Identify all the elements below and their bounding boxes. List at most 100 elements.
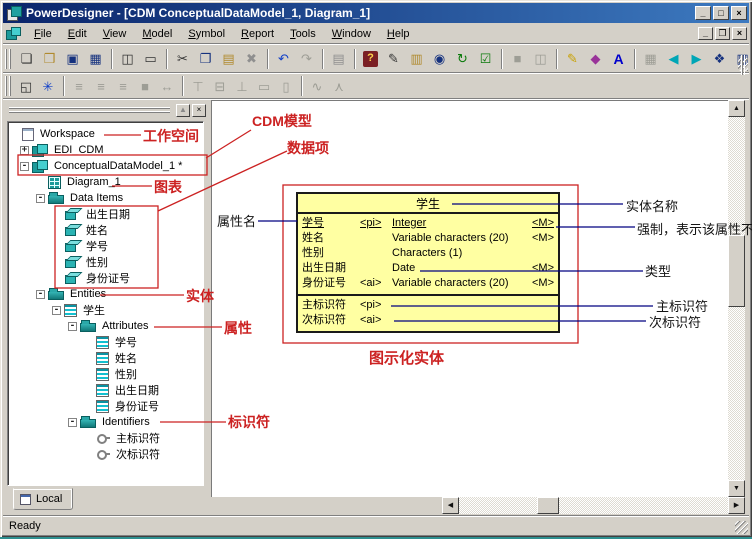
scroll-right-icon[interactable]: ▶ xyxy=(728,497,745,514)
refresh-button[interactable]: ↻ xyxy=(451,47,474,70)
previous-diagram-button[interactable]: ◀ xyxy=(662,47,685,70)
align-right-button[interactable]: ≡ xyxy=(112,76,134,97)
mdi-minimize-button[interactable]: _ xyxy=(698,27,713,40)
horizontal-scrollbar-thumb[interactable] xyxy=(537,497,559,514)
tree-item-attribute-name[interactable]: 姓名 xyxy=(8,350,203,366)
delete-button[interactable]: ✖ xyxy=(240,47,263,70)
grid-button[interactable]: ▦ xyxy=(639,47,662,70)
scroll-down-icon[interactable]: ▼ xyxy=(728,480,745,497)
maximize-button[interactable]: □ xyxy=(713,6,729,20)
new-button[interactable]: ❏ xyxy=(15,47,38,70)
tree-item-dataitem-studentno[interactable]: 学号 xyxy=(8,238,203,254)
mdi-restore-button[interactable]: ❐ xyxy=(715,27,730,40)
scroll-left-icon[interactable]: ◀ xyxy=(442,497,459,514)
vertical-scrollbar[interactable]: ▲ ▼ xyxy=(728,100,745,497)
scroll-up-icon[interactable]: ▲ xyxy=(728,100,745,117)
entity-symbol-student[interactable]: 学生 学号 <pi> Integer <M> 姓名 Variable chara… xyxy=(296,192,560,333)
tree-expand-toggle[interactable]: - xyxy=(68,417,77,427)
tree-item-attributes[interactable]: - Attributes xyxy=(8,318,203,334)
tree-item-dataitem-birthdate[interactable]: 出生日期 xyxy=(8,206,203,222)
entity-identifier-row[interactable]: 次标识符 <ai> xyxy=(302,313,554,328)
pen-style-button[interactable]: ✎ xyxy=(561,47,584,70)
font-button[interactable]: A xyxy=(607,47,630,70)
same-width-button[interactable]: ▭ xyxy=(253,76,275,97)
menu-file[interactable]: File xyxy=(26,25,60,43)
tree-item-data-items[interactable]: - Data Items xyxy=(8,190,203,206)
entity-attribute-row[interactable]: 身份证号 <ai> Variable characters (20) <M> xyxy=(302,276,554,291)
redo-button[interactable]: ↷ xyxy=(295,47,318,70)
paste-button[interactable]: ▤ xyxy=(217,47,240,70)
menu-model[interactable]: Model xyxy=(134,25,180,43)
tree-item-workspace[interactable]: Workspace xyxy=(8,126,203,142)
align-bottom-button[interactable]: ⊥ xyxy=(231,76,253,97)
properties-button[interactable]: ▤ xyxy=(327,47,350,70)
resize-grip[interactable] xyxy=(735,521,748,534)
entity-attribute-row[interactable]: 出生日期 Date <M> xyxy=(302,261,554,276)
browser-window-button[interactable]: ❖ xyxy=(708,47,731,70)
print-button[interactable]: ▭ xyxy=(139,47,162,70)
title-frame-button[interactable]: ◫ xyxy=(529,47,552,70)
tree-expand-toggle[interactable]: - xyxy=(36,289,45,299)
tree-item-attribute-birthdate[interactable]: 出生日期 xyxy=(8,382,203,398)
tree-item-entity-student[interactable]: - 学生 xyxy=(8,302,203,318)
tree-item-conceptual-data-model-1[interactable]: - ConceptualDataModel_1 * xyxy=(8,158,203,174)
same-size-button[interactable]: ■ xyxy=(134,76,156,97)
tree-expand-toggle[interactable]: - xyxy=(20,161,29,171)
entity-attribute-row[interactable]: 性别 Characters (1) xyxy=(302,246,554,261)
merge-model-button[interactable]: ▥ xyxy=(405,47,428,70)
display-preferences-button[interactable]: ✳ xyxy=(37,76,59,97)
auto-layout-button[interactable]: ⋏ xyxy=(328,76,350,97)
panel-gripper[interactable] xyxy=(9,106,170,114)
panel-close-button[interactable]: × xyxy=(192,103,206,117)
help-button[interactable]: ? xyxy=(359,47,382,70)
align-left-button[interactable]: ≡ xyxy=(68,76,90,97)
space-horizontally-button[interactable]: ↔ xyxy=(156,76,178,97)
align-top-button[interactable]: ⊤ xyxy=(187,76,209,97)
tree-item-entities[interactable]: - Entities xyxy=(8,286,203,302)
tree-expand-toggle[interactable]: + xyxy=(20,145,29,155)
menu-window[interactable]: Window xyxy=(324,25,379,43)
align-center-button[interactable]: ≡ xyxy=(90,76,112,97)
panel-collapse-button[interactable]: ▲ xyxy=(176,103,190,117)
open-button[interactable]: ❒ xyxy=(38,47,61,70)
check-model-button[interactable]: ✎ xyxy=(382,47,405,70)
fill-style-button[interactable]: ◆ xyxy=(584,47,607,70)
check-button[interactable]: ☑ xyxy=(474,47,497,70)
save-all-button[interactable]: ▦ xyxy=(84,47,107,70)
menu-edit[interactable]: Edit xyxy=(60,25,95,43)
entity-identifier-row[interactable]: 主标识符 <pi> xyxy=(302,298,554,313)
close-button[interactable]: × xyxy=(731,6,747,20)
copy-button[interactable]: ❐ xyxy=(194,47,217,70)
tree-expand-toggle[interactable]: - xyxy=(36,193,45,203)
entity-attribute-row[interactable]: 学号 <pi> Integer <M> xyxy=(302,216,554,231)
tree-item-attribute-gender[interactable]: 性别 xyxy=(8,366,203,382)
tree-item-attribute-studentno[interactable]: 学号 xyxy=(8,334,203,350)
minimize-button[interactable]: _ xyxy=(695,6,711,20)
menu-report[interactable]: Report xyxy=(233,25,282,43)
menu-help[interactable]: Help xyxy=(379,25,418,43)
tree-item-dataitem-name[interactable]: 姓名 xyxy=(8,222,203,238)
save-button[interactable]: ▣ xyxy=(61,47,84,70)
tree-item-dataitem-idnumber[interactable]: 身份证号 xyxy=(8,270,203,286)
horizontal-scrollbar[interactable]: ◀ ▶ xyxy=(442,497,745,514)
cut-button[interactable]: ✂ xyxy=(171,47,194,70)
link-style-button[interactable]: ∿ xyxy=(306,76,328,97)
tree-item-dataitem-gender[interactable]: 性别 xyxy=(8,254,203,270)
menu-symbol[interactable]: Symbol xyxy=(180,25,233,43)
tree-item-diagram-1[interactable]: Diagram_1 xyxy=(8,174,203,190)
tree-expand-toggle[interactable]: - xyxy=(68,321,77,331)
tree-item-identifier-primary[interactable]: 主标识符 xyxy=(8,430,203,446)
mdi-close-button[interactable]: × xyxy=(732,27,747,40)
tree-item-edi-cdm[interactable]: + EDI_CDM xyxy=(8,142,203,158)
tree-item-attribute-idnumber[interactable]: 身份证号 xyxy=(8,398,203,414)
find-button[interactable]: ◉ xyxy=(428,47,451,70)
undo-button[interactable]: ↶ xyxy=(272,47,295,70)
align-middle-button[interactable]: ⊟ xyxy=(209,76,231,97)
tab-local[interactable]: Local xyxy=(13,488,74,510)
menu-tools[interactable]: Tools xyxy=(282,25,324,43)
print-preview-button[interactable]: ◫ xyxy=(116,47,139,70)
entity-title[interactable]: 学生 xyxy=(298,194,558,214)
tree-item-identifiers[interactable]: - Identifiers xyxy=(8,414,203,430)
next-diagram-button[interactable]: ▶ xyxy=(685,47,708,70)
tree-item-identifier-secondary[interactable]: 次标识符 xyxy=(8,446,203,462)
